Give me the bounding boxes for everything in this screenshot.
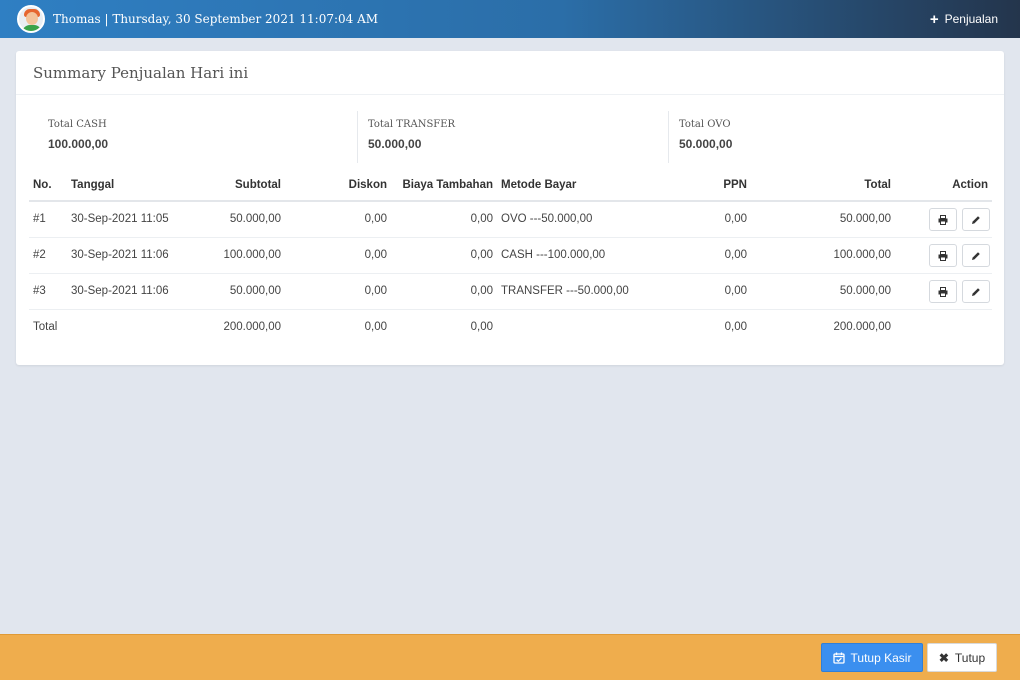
cell-ppn: 0,00: [647, 273, 751, 310]
tutup-button[interactable]: ✖ Tutup: [927, 643, 997, 672]
stat-value: 50.000,00: [368, 137, 422, 151]
print-icon: [938, 250, 948, 261]
page-title: Summary Penjualan Hari ini: [33, 64, 249, 82]
stat-value: 100.000,00: [48, 137, 109, 151]
edit-icon: [972, 215, 980, 224]
table-row: #2 30-Sep-2021 11:06 100.000,00 0,00 0,0…: [29, 237, 992, 274]
total-action: [895, 308, 992, 345]
print-button[interactable]: [928, 207, 957, 231]
user-info-text: Thomas | Thursday, 30 September 2021 11:…: [53, 12, 379, 26]
close-icon: ✖: [938, 650, 949, 665]
tutup-kasir-button[interactable]: Tutup Kasir: [821, 643, 923, 672]
stat-label: Total TRANSFER: [368, 119, 456, 130]
total-diskon: 0,00: [285, 308, 391, 345]
cell-action: [895, 201, 992, 238]
print-icon: [938, 286, 948, 297]
cell-total: 100.000,00: [751, 237, 895, 274]
plus-icon: +: [929, 10, 939, 28]
table-row: #3 30-Sep-2021 11:06 50.000,00 0,00 0,00…: [29, 273, 992, 310]
cell-metode-bayar: OVO ---50.000,00: [497, 201, 647, 238]
cell-action: [895, 237, 992, 274]
header-tanggal: Tanggal: [67, 169, 189, 202]
header-action: Action: [895, 169, 992, 202]
cell-metode-bayar: CASH ---100.000,00: [497, 237, 647, 274]
cell-subtotal: 100.000,00: [189, 237, 285, 274]
print-icon: [938, 214, 948, 225]
tutup-kasir-label: Tutup Kasir: [850, 650, 912, 665]
cell-diskon: 0,00: [285, 201, 391, 238]
total-subtotal: 200.000,00: [189, 308, 285, 345]
print-button[interactable]: [928, 279, 957, 303]
total-biaya-tambahan: 0,00: [391, 308, 497, 345]
tutup-label: Tutup: [954, 650, 986, 665]
edit-icon: [972, 287, 980, 296]
total-total: 200.000,00: [751, 308, 895, 345]
edit-button[interactable]: [962, 279, 990, 303]
sales-table: No. Tanggal Subtotal Diskon Biaya Tambah…: [29, 169, 992, 345]
cell-ppn: 0,00: [647, 237, 751, 274]
stat-total-transfer: Total TRANSFER 50.000,00: [357, 111, 669, 163]
user-avatar-icon[interactable]: [17, 5, 45, 33]
stat-value: 50.000,00: [679, 137, 733, 151]
cell-diskon: 0,00: [285, 273, 391, 310]
cell-diskon: 0,00: [285, 237, 391, 274]
cell-total: 50.000,00: [751, 273, 895, 310]
calendar-check-icon: [832, 652, 845, 664]
header-total: Total: [751, 169, 895, 202]
footer-bar: Tutup Kasir ✖ Tutup: [0, 634, 1020, 680]
cell-tanggal: 30-Sep-2021 11:05: [67, 201, 189, 238]
stat-label: Total OVO: [679, 119, 731, 130]
header-ppn: PPN: [647, 169, 751, 202]
header-metode-bayar: Metode Bayar: [497, 169, 647, 202]
header-diskon: Diskon: [285, 169, 391, 202]
penjualan-button[interactable]: + Penjualan: [930, 12, 998, 27]
cell-total: 50.000,00: [751, 201, 895, 238]
cell-no: #2: [29, 237, 67, 274]
cell-tanggal: 30-Sep-2021 11:06: [67, 237, 189, 274]
table-header-row: No. Tanggal Subtotal Diskon Biaya Tambah…: [29, 169, 992, 202]
cell-no: #3: [29, 273, 67, 310]
panel-divider: [16, 94, 1004, 95]
header-subtotal: Subtotal: [189, 169, 285, 202]
header-no: No.: [29, 169, 67, 202]
cell-biaya-tambahan: 0,00: [391, 273, 497, 310]
total-metode-bayar: [497, 308, 647, 345]
print-button[interactable]: [928, 243, 957, 267]
stat-total-ovo: Total OVO 50.000,00: [668, 111, 980, 163]
summary-panel: Summary Penjualan Hari ini Total CASH 10…: [16, 51, 1004, 365]
cell-biaya-tambahan: 0,00: [391, 201, 497, 238]
total-ppn: 0,00: [647, 308, 751, 345]
penjualan-label: Penjualan: [944, 12, 998, 26]
cell-ppn: 0,00: [647, 201, 751, 238]
cell-no: #1: [29, 201, 67, 238]
total-label: Total: [29, 308, 189, 345]
stat-total-cash: Total CASH 100.000,00: [38, 111, 358, 163]
cell-action: [895, 273, 992, 310]
cell-metode-bayar: TRANSFER ---50.000,00: [497, 273, 647, 310]
table-row: #1 30-Sep-2021 11:05 50.000,00 0,00 0,00…: [29, 201, 992, 238]
cell-biaya-tambahan: 0,00: [391, 237, 497, 274]
edit-icon: [972, 251, 980, 260]
top-bar: Thomas | Thursday, 30 September 2021 11:…: [0, 0, 1020, 38]
header-biaya-tambahan: Biaya Tambahan: [391, 169, 497, 202]
cell-subtotal: 50.000,00: [189, 201, 285, 238]
cell-subtotal: 50.000,00: [189, 273, 285, 310]
stat-label: Total CASH: [48, 119, 107, 130]
edit-button[interactable]: [962, 243, 990, 267]
cell-tanggal: 30-Sep-2021 11:06: [67, 273, 189, 310]
edit-button[interactable]: [962, 207, 990, 231]
table-total-row: Total 200.000,00 0,00 0,00 0,00 200.000,…: [29, 308, 992, 345]
